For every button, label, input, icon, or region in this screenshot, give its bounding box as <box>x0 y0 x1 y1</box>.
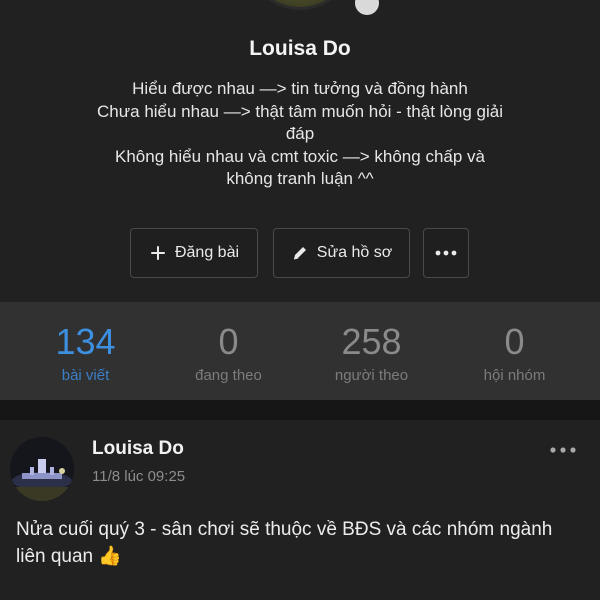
avatar-camera-badge[interactable] <box>352 0 382 18</box>
section-divider <box>0 400 600 420</box>
profile-stats: 134 bài viết 0 đang theo 258 người theo … <box>0 302 600 400</box>
stat-following[interactable]: 0 đang theo <box>157 302 300 400</box>
profile-avatar[interactable] <box>245 0 355 10</box>
edit-profile-label: Sửa hồ sơ <box>316 244 393 261</box>
stat-groups-label: hội nhóm <box>483 367 546 384</box>
stat-followers-count: 258 <box>341 321 402 362</box>
edit-profile-button[interactable]: Sửa hồ sơ <box>273 228 410 278</box>
stat-groups[interactable]: 0 hội nhóm <box>443 302 586 400</box>
stat-groups-count: 0 <box>504 321 525 362</box>
bio-line: đáp <box>285 124 315 143</box>
stat-following-count: 0 <box>218 321 239 362</box>
bio-line: Không hiểu nhau và cmt toxic —> không ch… <box>115 146 485 166</box>
stat-followers-label: người theo <box>334 367 409 384</box>
stat-posts-count: 134 <box>55 321 116 362</box>
more-options-button[interactable] <box>423 228 469 278</box>
bio-line: Chưa hiểu nhau —> thật tâm muốn hỏi - th… <box>97 101 503 121</box>
post-card: Louisa Do 11/8 lúc 09:25 Nửa cuối quý 3 … <box>0 420 600 600</box>
plus-icon <box>149 244 167 262</box>
post-content: Nửa cuối quý 3 - sân chơi sẽ thuộc về BĐ… <box>16 519 553 567</box>
post-author-avatar[interactable] <box>10 437 74 501</box>
post-timestamp: 11/8 lúc 09:25 <box>92 468 186 485</box>
more-horizontal-icon <box>435 250 457 256</box>
stat-posts-label: bài viết <box>61 367 110 384</box>
bio-line: không tranh luận ^^ <box>226 169 374 188</box>
stat-following-label: đang theo <box>195 367 262 384</box>
profile-header: Louisa Do Hiểu được nhau —> tin tưởng và… <box>0 0 600 302</box>
profile-bio: Hiểu được nhau —> tin tưởng và đồng hành… <box>60 78 540 191</box>
post-author-name[interactable]: Louisa Do <box>92 438 184 460</box>
stat-followers[interactable]: 258 người theo <box>300 302 443 400</box>
stat-posts[interactable]: 134 bài viết <box>14 302 157 400</box>
create-post-label: Đăng bài <box>174 244 240 261</box>
pencil-icon <box>291 244 309 262</box>
create-post-button[interactable]: Đăng bài <box>130 228 258 278</box>
post-more-icon[interactable] <box>548 440 578 460</box>
bio-line: Hiểu được nhau —> tin tưởng và đồng hành <box>132 79 468 98</box>
profile-name: Louisa Do <box>249 37 351 60</box>
